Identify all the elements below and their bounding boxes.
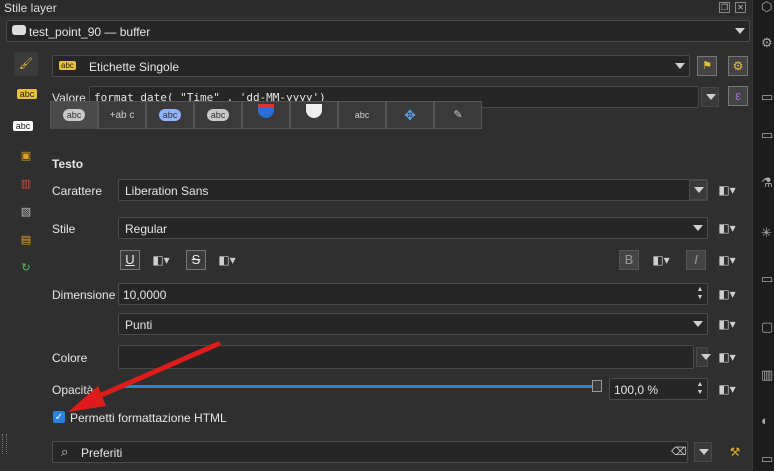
- 3d-cube-icon[interactable]: ▣: [14, 144, 38, 168]
- bold-button[interactable]: B: [619, 250, 639, 270]
- toolbar-icon[interactable]: ▭: [761, 452, 774, 466]
- font-value: Liberation Sans: [125, 184, 209, 198]
- chevron-down-icon: [735, 28, 745, 34]
- font-label: Carattere: [52, 184, 103, 198]
- toolbar-icon[interactable]: ▭: [761, 128, 774, 142]
- spin-arrows-icon[interactable]: ▲ ▼: [695, 381, 705, 397]
- abc-label-icon[interactable]: abc: [12, 82, 42, 106]
- tab-shadow[interactable]: [290, 101, 338, 129]
- data-defined-override-icon[interactable]: ◧▾: [716, 380, 738, 398]
- tab-background[interactable]: abc: [194, 101, 242, 129]
- data-defined-override-icon[interactable]: ◧▾: [216, 251, 238, 269]
- data-defined-override-icon[interactable]: ◧▾: [716, 251, 738, 269]
- favorites-dropdown-button[interactable]: [694, 442, 712, 462]
- color-dropdown-button[interactable]: [696, 347, 711, 367]
- toolbar-icon[interactable]: ✳: [761, 226, 774, 240]
- layers-icon[interactable]: ▤: [14, 228, 38, 252]
- value-dropdown-button[interactable]: [701, 87, 719, 107]
- annotation-arrow: [68, 341, 221, 412]
- size-value: 10,0000: [123, 288, 167, 302]
- placement-icon: ✥: [404, 107, 416, 123]
- tab-text[interactable]: abc: [50, 101, 98, 129]
- tab-mask[interactable]: [242, 101, 290, 129]
- data-defined-override-icon[interactable]: ◧▾: [716, 219, 738, 237]
- section-title: Testo: [52, 157, 84, 171]
- size-label: Dimensione: [52, 288, 116, 302]
- brush-icon[interactable]: 🖌: [14, 52, 38, 76]
- toolbar-icon[interactable]: ▥: [761, 368, 774, 382]
- strikeout-button[interactable]: S: [186, 250, 206, 270]
- title-bar: Stile layer ❐ ✕: [0, 0, 752, 16]
- style-value: Regular: [125, 222, 168, 236]
- abc-label-icon: abc: [59, 61, 76, 70]
- abc-text-icon[interactable]: abc: [8, 114, 38, 138]
- toolbar-icon[interactable]: ▢: [761, 320, 774, 334]
- renderer-combo[interactable]: abc Etichette Singole: [52, 55, 690, 77]
- rules-button[interactable]: ⚑: [697, 56, 717, 76]
- data-defined-override-icon[interactable]: ◧▾: [150, 251, 172, 269]
- resize-handle[interactable]: [2, 434, 7, 454]
- style-sidebar: 🖌 abc abc ▣ ▥ ▧ ▤ ↻: [6, 44, 46, 304]
- opacity-spinbox[interactable]: 100,0 % ▲ ▼: [609, 378, 708, 400]
- save-symbol-icon[interactable]: ⚒: [724, 443, 746, 461]
- clear-icon[interactable]: ⌫: [671, 445, 687, 458]
- renderer-value: Etichette Singole: [89, 60, 180, 74]
- expression-button[interactable]: ε: [728, 86, 748, 106]
- opacity-slider-handle[interactable]: [592, 380, 602, 392]
- toolbar-icon[interactable]: ⚗: [761, 176, 774, 190]
- toolbar-icon[interactable]: ▭: [761, 90, 774, 104]
- tab-placement[interactable]: ✥: [386, 101, 434, 129]
- chevron-down-icon: [693, 225, 703, 231]
- layer-selector-value: test_point_90 — buffer: [29, 25, 151, 39]
- refresh-icon[interactable]: ↻: [14, 256, 38, 280]
- data-defined-override-icon[interactable]: ◧▾: [716, 348, 738, 366]
- data-defined-override-icon[interactable]: ◧▾: [650, 251, 672, 269]
- size-spinbox[interactable]: 10,0000 ▲ ▼: [118, 283, 708, 305]
- font-dropdown-button[interactable]: [689, 180, 707, 200]
- tab-callouts[interactable]: abc: [338, 101, 386, 129]
- tab-buffer[interactable]: abc: [146, 101, 194, 129]
- underline-button[interactable]: U: [120, 250, 140, 270]
- chevron-down-icon: [675, 63, 685, 69]
- window-title: Stile layer: [4, 1, 57, 15]
- data-defined-override-icon[interactable]: ◧▾: [716, 181, 738, 199]
- size-unit-value: Punti: [125, 318, 153, 332]
- mask-icon: [258, 104, 274, 118]
- spin-arrows-icon[interactable]: ▲ ▼: [695, 286, 705, 302]
- polygon-layer-icon: [12, 25, 26, 35]
- toolbar-icon[interactable]: ⚙: [761, 36, 774, 50]
- float-icon[interactable]: ❐: [719, 2, 730, 13]
- toolbar-icon[interactable]: ▭: [761, 272, 774, 286]
- search-text: Preferiti: [81, 446, 123, 460]
- layer-selector[interactable]: test_point_90 — buffer: [6, 20, 750, 42]
- tab-formatting[interactable]: +ab c: [98, 101, 146, 129]
- size-unit-combo[interactable]: Punti: [118, 313, 708, 335]
- favorites-search[interactable]: ⌕ Preferiti ⌫: [52, 441, 688, 463]
- tab-rendering[interactable]: ✎: [434, 101, 482, 129]
- close-icon[interactable]: ✕: [735, 2, 746, 13]
- right-toolbar-strip: ⬡ ⚙ ▭ ▭ ⚗ ✳ ▭ ▢ ▥ ◐ ▭: [752, 0, 774, 471]
- 3d-view-icon[interactable]: ▧: [14, 200, 38, 224]
- toolbar-icon[interactable]: ⬡: [761, 0, 774, 14]
- italic-button[interactable]: I: [686, 250, 706, 270]
- style-combo[interactable]: Regular: [118, 217, 708, 239]
- opacity-value: 100,0 %: [614, 383, 659, 397]
- style-label: Stile: [52, 222, 76, 236]
- settings-button[interactable]: ⚙: [728, 56, 748, 76]
- diagram-icon[interactable]: ▥: [14, 172, 38, 196]
- search-icon: ⌕: [61, 444, 69, 459]
- data-defined-override-icon[interactable]: ◧▾: [716, 285, 738, 303]
- data-defined-override-icon[interactable]: ◧▾: [716, 315, 738, 333]
- chevron-down-icon: [693, 321, 703, 327]
- shadow-icon: [306, 104, 322, 118]
- rendering-icon: ✎: [453, 109, 463, 121]
- font-combo[interactable]: Liberation Sans: [118, 179, 708, 201]
- toolbar-icon[interactable]: ◐: [761, 414, 774, 428]
